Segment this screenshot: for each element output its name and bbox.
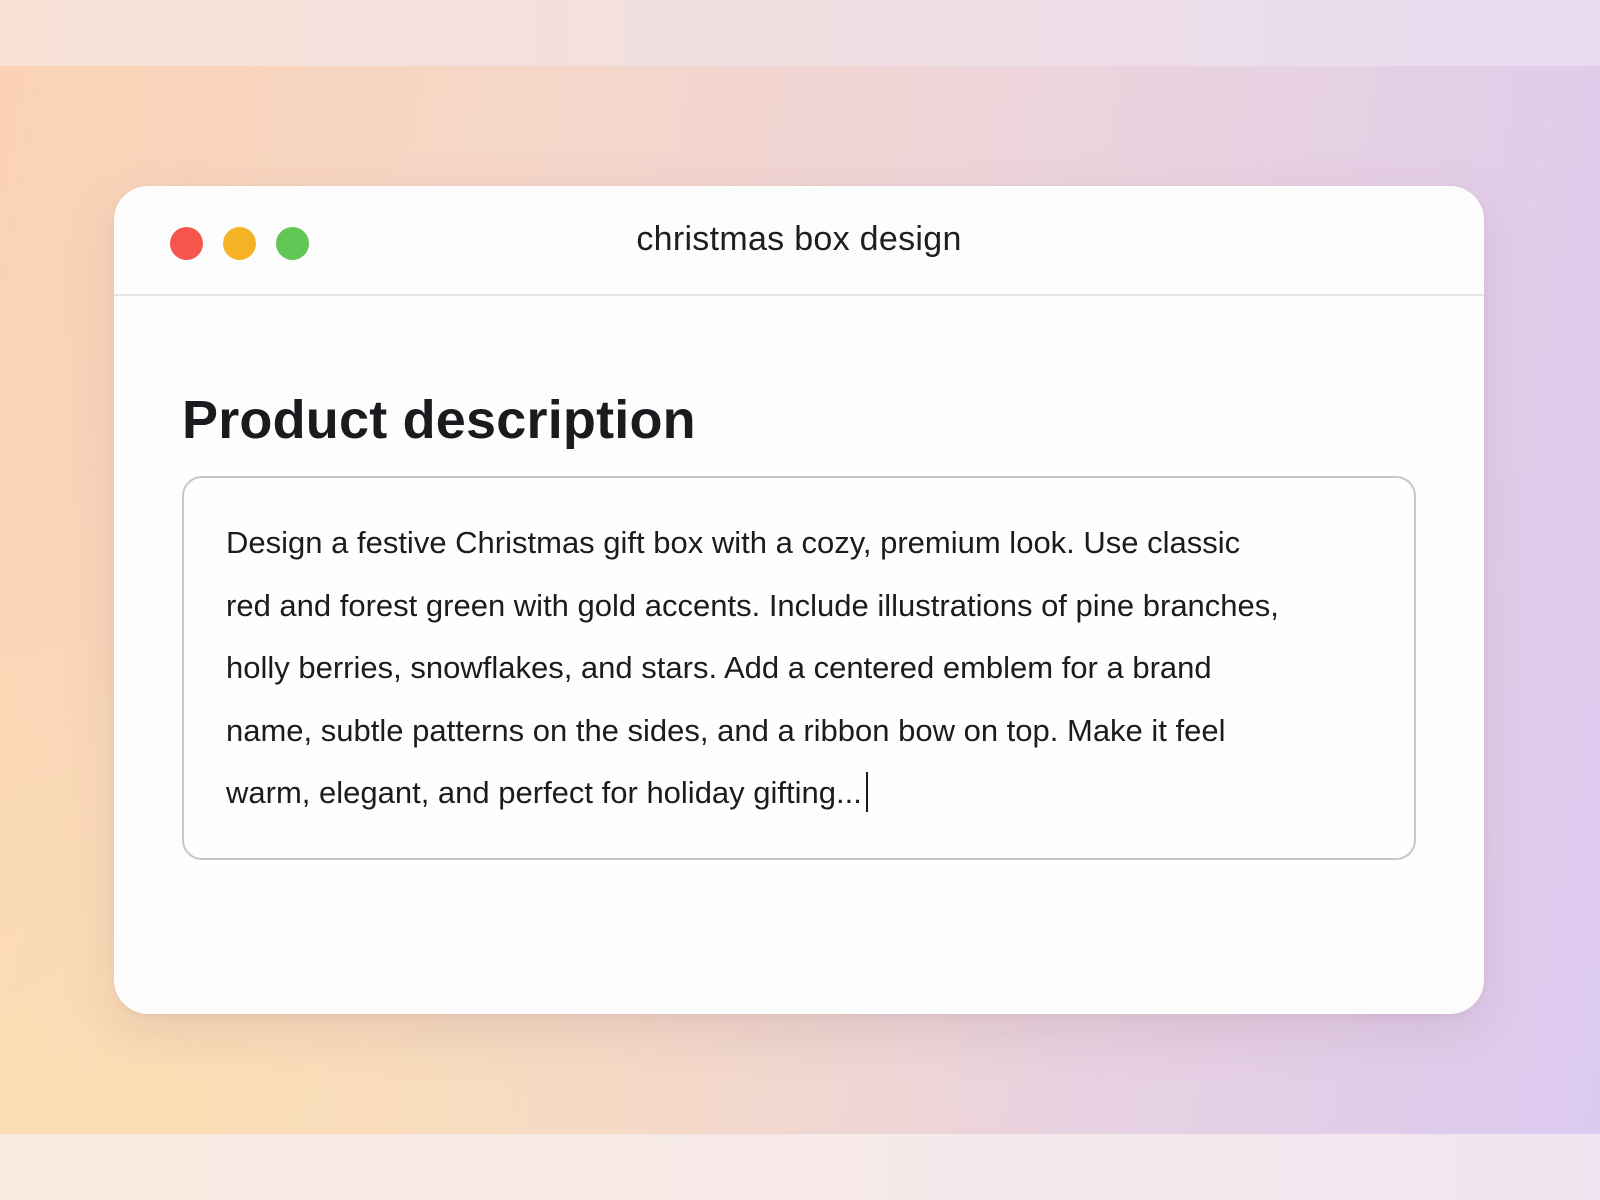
window-title: christmas box design: [636, 220, 962, 258]
product-description-text: Design a festive Christmas gift box with…: [226, 525, 1279, 810]
window-content: Product description: [114, 388, 1484, 452]
background-bottom-band: [0, 1134, 1600, 1200]
product-description-heading: Product description: [182, 390, 696, 450]
product-description-textarea[interactable]: Design a festive Christmas gift box with…: [182, 476, 1416, 860]
app-window: christmas box design Product description…: [114, 186, 1484, 1014]
text-cursor: [865, 772, 868, 812]
background-top-band: [0, 0, 1600, 66]
window-titlebar[interactable]: christmas box design: [114, 186, 1484, 296]
